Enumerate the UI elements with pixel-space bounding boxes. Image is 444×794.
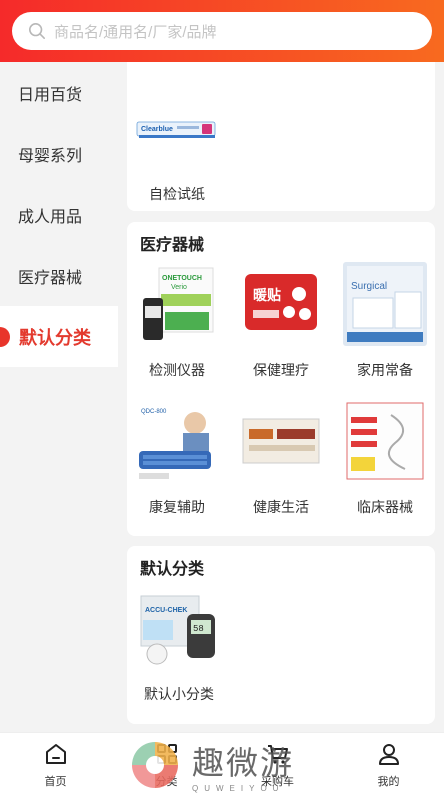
svg-text:QDC-800: QDC-800 xyxy=(141,409,167,415)
bottom-tab-bar: 首页 分类 采购车 我的 xyxy=(0,732,444,794)
sidebar-item-label: 日用百货 xyxy=(18,86,83,104)
product-item[interactable]: Surgical 家用常备 xyxy=(337,262,433,380)
section-card-default-category: 默认分类 ACCU-CHEK 58 默认小分类 xyxy=(127,546,435,724)
product-label: 康复辅助 xyxy=(149,499,205,515)
header-bar: 商品名/通用名/厂家/品牌 xyxy=(0,0,444,62)
product-item[interactable]: ACCU-CHEK 58 默认小分类 xyxy=(131,586,227,704)
product-label: 自检试纸 xyxy=(149,186,205,202)
tab-label: 采购车 xyxy=(261,776,294,788)
tab-label: 首页 xyxy=(44,776,67,788)
product-image-heating-patch: 暖贴 xyxy=(239,262,323,346)
sidebar-item-label: 医疗器械 xyxy=(18,269,83,287)
sidebar-item-medical-devices[interactable]: 医疗器械 xyxy=(0,245,118,306)
section-title: 医疗器械 xyxy=(140,237,205,254)
product-label: 保健理疗 xyxy=(253,362,309,378)
product-image-catheter xyxy=(343,399,427,483)
product-image-surgical: Surgical xyxy=(343,262,427,346)
product-label: 健康生活 xyxy=(253,499,309,515)
product-label: 检测仪器 xyxy=(149,362,205,378)
search-icon xyxy=(28,22,46,40)
tab-category[interactable]: 分类 xyxy=(111,733,222,794)
sidebar-item-label: 成人用品 xyxy=(18,208,83,226)
active-indicator xyxy=(0,326,10,347)
product-item[interactable]: Clearblue 自检试纸 xyxy=(129,86,225,204)
product-image-accu-chek: ACCU-CHEK 58 xyxy=(137,586,221,670)
user-icon xyxy=(378,744,399,765)
tab-profile[interactable]: 我的 xyxy=(333,733,444,794)
product-label: 临床器械 xyxy=(357,499,413,515)
tab-label: 我的 xyxy=(377,776,400,788)
product-item[interactable]: ONETOUCH Verio 检测仪器 xyxy=(129,262,225,380)
sidebar-item-label: 母婴系列 xyxy=(18,147,83,165)
category-content: Clearblue 自检试纸 医疗器械 ONETOUCH Verio 检测仪器 … xyxy=(118,62,444,732)
sidebar-item-maternal-baby[interactable]: 母婴系列 xyxy=(0,123,118,184)
tab-cart[interactable]: 采购车 xyxy=(222,733,333,794)
product-image-clearblue: Clearblue xyxy=(135,86,219,170)
section-title: 默认分类 xyxy=(140,561,205,578)
section-card-medical-devices: 医疗器械 ONETOUCH Verio 检测仪器 暖贴 保健理疗 Surgica… xyxy=(127,222,435,536)
search-placeholder: 商品名/通用名/厂家/品牌 xyxy=(54,23,217,41)
tab-label: 分类 xyxy=(155,776,178,788)
product-item[interactable]: 健康生活 xyxy=(233,399,329,517)
svg-text:Clearblue: Clearblue xyxy=(141,126,173,133)
sidebar-item-default-category[interactable]: 默认分类 xyxy=(0,306,118,367)
search-bar[interactable]: 商品名/通用名/厂家/品牌 xyxy=(12,12,432,50)
section-card: Clearblue 自检试纸 xyxy=(127,62,435,211)
product-image-waist-belt xyxy=(239,399,323,483)
tab-home[interactable]: 首页 xyxy=(0,733,111,794)
sidebar-item-label: 默认分类 xyxy=(19,327,91,348)
product-image-onetouch: ONETOUCH Verio xyxy=(135,262,219,346)
product-label: 家用常备 xyxy=(357,362,413,378)
svg-text:ONETOUCH: ONETOUCH xyxy=(162,275,202,282)
product-item[interactable]: QDC-800 康复辅助 xyxy=(129,399,225,517)
product-item[interactable]: 临床器械 xyxy=(337,399,433,517)
sidebar-item-adult-products[interactable]: 成人用品 xyxy=(0,184,118,245)
product-label: 默认小分类 xyxy=(144,686,214,702)
home-icon xyxy=(45,744,66,764)
svg-text:58: 58 xyxy=(193,624,204,634)
category-icon xyxy=(156,744,177,764)
product-item[interactable]: 暖贴 保健理疗 xyxy=(233,262,329,380)
svg-text:ACCU-CHEK: ACCU-CHEK xyxy=(145,607,187,614)
category-sidebar: 日用百货 母婴系列 成人用品 医疗器械 默认分类 xyxy=(0,62,118,732)
svg-text:Surgical: Surgical xyxy=(351,281,387,292)
svg-text:暖贴: 暖贴 xyxy=(253,287,281,304)
cart-icon xyxy=(267,745,288,764)
svg-text:Verio: Verio xyxy=(171,284,187,291)
sidebar-item-daily-goods[interactable]: 日用百货 xyxy=(0,62,118,123)
product-image-qdc800: QDC-800 xyxy=(135,399,219,483)
